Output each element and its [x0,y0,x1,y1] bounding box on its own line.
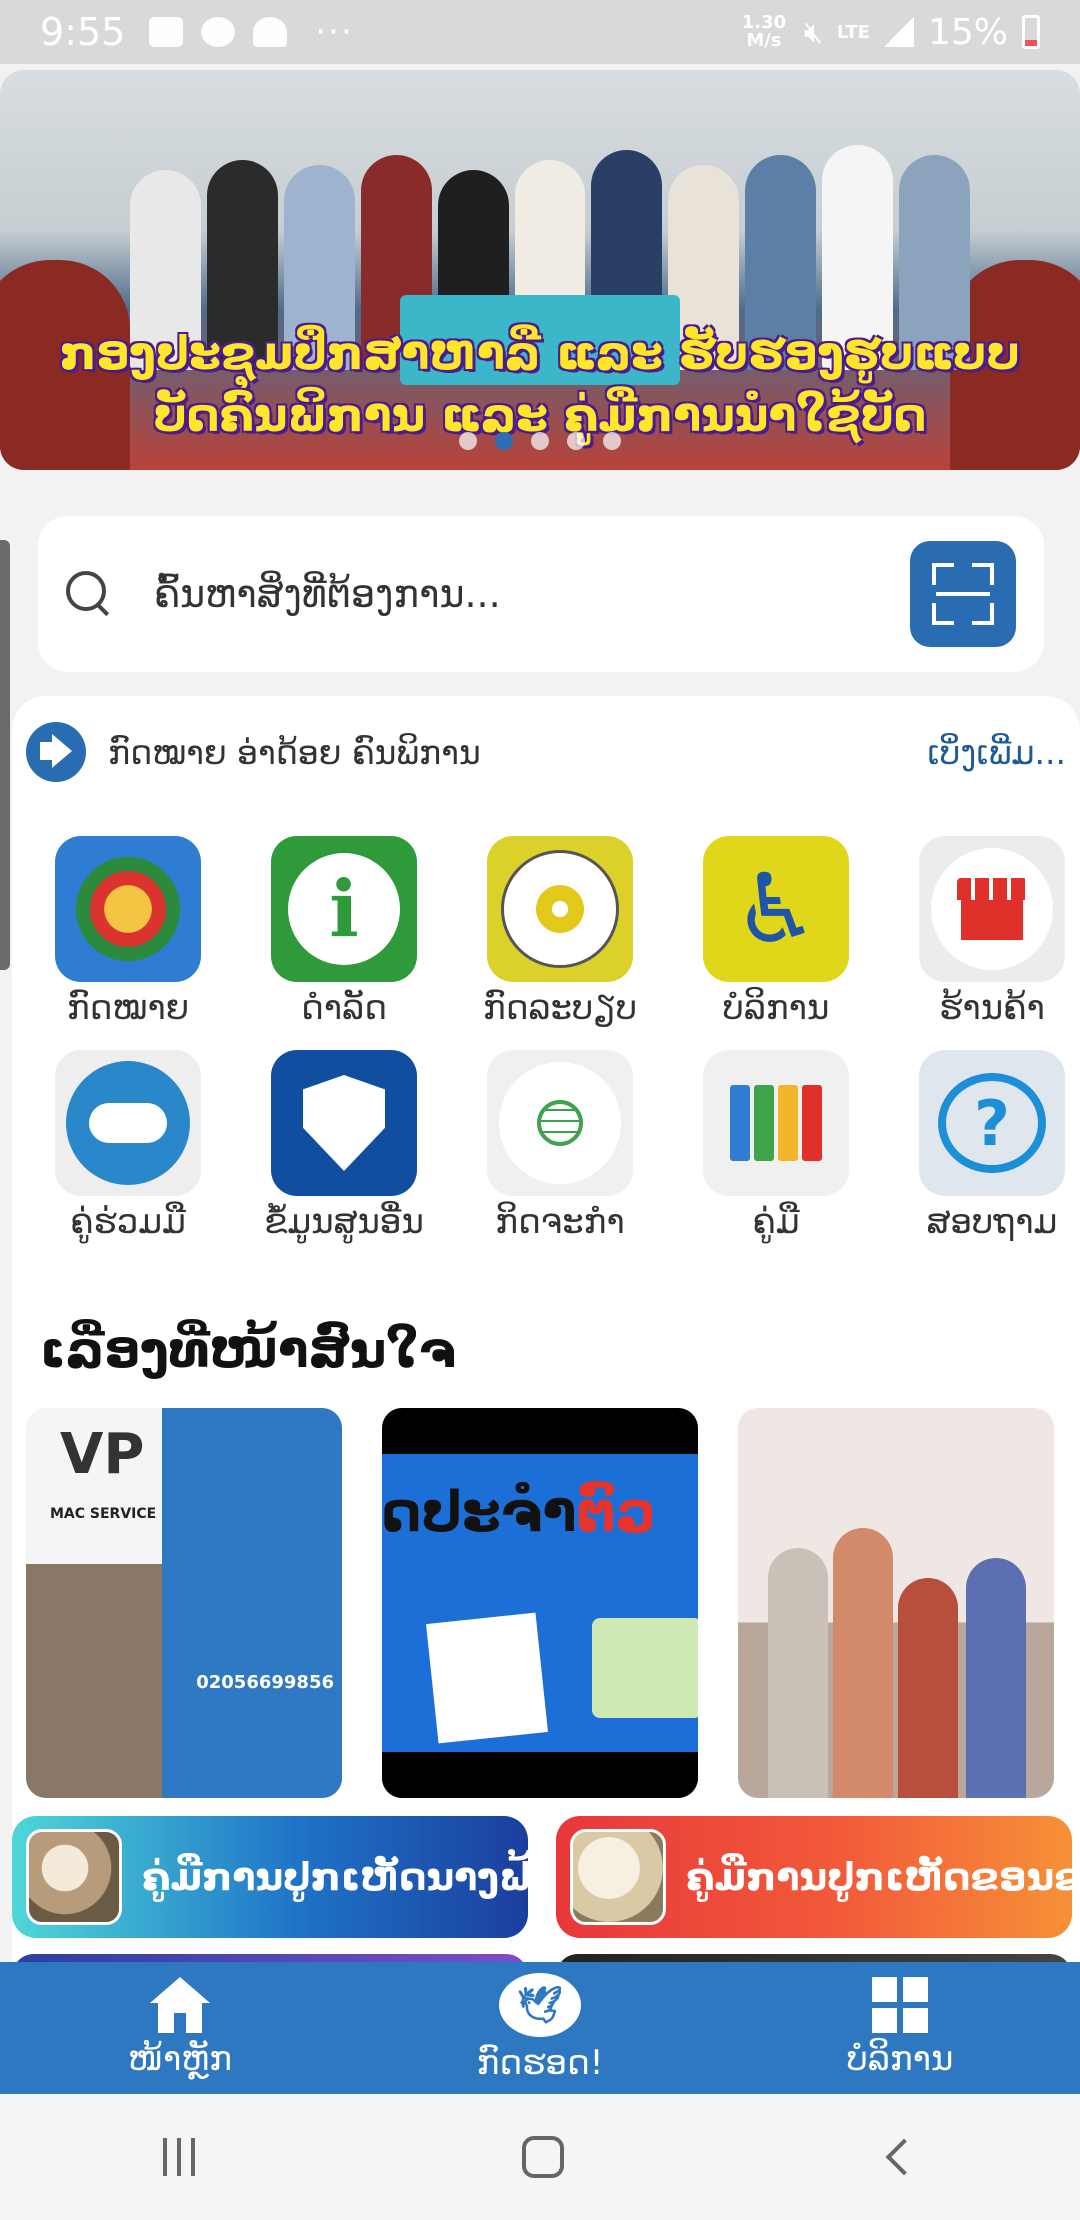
carousel-dot[interactable] [531,432,549,450]
guide-title: ຄູ່ມືການປູກເຫັດນາງຟ້າ [142,1855,528,1899]
story-card[interactable]: ດປະຈຳຕົວ [382,1408,698,1798]
nav-chat[interactable]: 🕊︎ ກົດຮອດ! [390,1973,690,2083]
carousel-dot[interactable] [603,432,621,450]
menu-item-regulations[interactable]: ກົດລະບຽບ [452,836,668,1028]
question-bubble-icon: ? [919,1050,1065,1196]
nav-home-label: ໜ້າຫຼັກ [128,2039,232,2079]
emblem-icon [55,836,201,982]
menu-item-services[interactable]: ♿︎ ບໍລິການ [668,836,884,1028]
home-icon [148,1977,212,2033]
system-home-button[interactable] [521,2136,564,2178]
menu-label: ຄູ່ຮ່ວມມື [70,1202,186,1242]
info-icon: i [271,836,417,982]
story-panel [162,1408,342,1798]
menu-label: ກິດຈະກຳ [495,1202,625,1242]
search-bar[interactable]: ຄົ້ນຫາສິ່ງທີ່ຕ້ອງການ... [38,516,1044,672]
accessibility-shield-icon [271,1050,417,1196]
menu-label: ຮ້ານຄ້າ [939,988,1045,1028]
status-time: 9:55 [40,10,126,54]
menu-item-decree[interactable]: i ດຳລັດ [236,836,452,1028]
stories-title: ເລື່ອງທີ່ໜ້າສົນໃຈ [40,1321,456,1379]
chat-bird-icon: 🕊︎ [499,1973,581,2037]
story-headline: ດປະຈຳຕົວ [382,1480,656,1545]
recents-button[interactable] [163,2138,196,2176]
binders-icon [703,1050,849,1196]
hero-caption-line1: ກອງປະຊຸມປຶກສາຫາລື ແລະ ຮັບຮອງຮູບແບບ [60,326,1020,380]
announcement-bar[interactable]: ກົດໝາຍ ອ່າດ້ອຍ ຄົນພິການ ເບິ່ງເພີ່ມ... [26,722,1066,782]
menu-item-shop[interactable]: ຮ້ານຄ້າ [884,836,1080,1028]
app-notification-icon [253,17,288,47]
nav-chat-label: ກົດຮອດ! [476,2043,604,2083]
shop-icon [919,836,1065,982]
system-back-button[interactable] [885,2138,923,2176]
search-icon [66,571,112,617]
guide-banner[interactable]: ຄູ່ມືການປູກເຫັດນາງຟ້າ [12,1816,528,1938]
guide-banner[interactable]: ຄູ່ມືການປູກເຫັດຂອນຂາວ [556,1816,1072,1938]
battery-percent: 15% [927,11,1008,53]
network-speed: 1.30 M/s [741,12,787,51]
nav-services-label: ບໍລິການ [846,2039,954,2079]
main-content: ກົດໝາຍ ອ່າດ້ອຍ ຄົນພິການ ເບິ່ງເພີ່ມ... ກົ… [12,696,1080,1994]
guide-title: ຄູ່ມືການປູກເຫັດຂອນຂາວ [686,1855,1072,1899]
announcement-text[interactable]: ກົດໝາຍ ອ່າດ້ອຍ ຄົນພິການ [108,733,927,772]
wheelchair-icon: ♿︎ [703,836,849,982]
menu-label: ຄູ່ມື [752,1202,800,1242]
mushroom-thumbnail [570,1829,666,1925]
carousel-indicators [0,432,1080,450]
globe-people-icon [487,1050,633,1196]
mushroom-thumbnail [26,1829,122,1925]
story-logo: VP [60,1422,145,1487]
id-card-image [592,1618,698,1718]
search-input[interactable]: ຄົ້ນຫາສິ່ງທີ່ຕ້ອງການ... [154,572,910,616]
status-bar: 9:55 ··· 1.30 M/s 🔇︎ LTE 15% [0,0,1080,64]
hero-caption: ກອງປະຊຸມປຶກສາຫາລື ແລະ ຮັບຮອງຮູບແບບ ບັດຄົ… [0,322,1080,446]
nav-home[interactable]: ໜ້າຫຼັກ [30,1977,330,2079]
guide-banners: ຄູ່ມືການປູກເຫັດນາງຟ້າ ຄູ່ມືການປູກເຫັດຂອນ… [12,1816,1080,1938]
grid-icon [872,1977,928,2033]
gallery-icon [149,17,184,47]
menu-item-partners[interactable]: ຄູ່ຮ່ວມມື [20,1050,236,1242]
menu-label: ກົດລະບຽບ [482,988,638,1028]
mute-icon: 🔇︎ [804,14,823,50]
more-notifications-icon: ··· [315,12,354,52]
battery-icon [1022,15,1040,49]
handshake-icon [55,1050,201,1196]
bottom-nav: ໜ້າຫຼັກ 🕊︎ ກົດຮອດ! ບໍລິການ [0,1962,1080,2094]
menu-label: ດຳລັດ [301,988,387,1028]
story-brand: MAC SERVICE [50,1506,157,1522]
stories-list: VP MAC SERVICE 02056699856 ດປະຈຳຕົວ [26,1408,1080,1798]
carousel-dot[interactable] [459,432,477,450]
signal-icon [883,17,914,47]
document-image [426,1612,548,1744]
carousel-dot-active[interactable] [495,432,513,450]
scan-icon [932,563,954,585]
menu-label: ຂໍ້ມູນສູນອື່ນ [264,1202,424,1242]
story-phone: 02056699856 [196,1672,334,1693]
menu-label: ກົດໝາຍ [66,988,190,1028]
story-card[interactable]: VP MAC SERVICE 02056699856 [26,1408,342,1798]
menu-label: ບໍລິການ [722,988,830,1028]
system-nav-bar [0,2094,1080,2220]
hero-banner[interactable]: ກອງປະຊຸມປຶກສາຫາລື ແລະ ຮັບຮອງຮູບແບບ ບັດຄົ… [0,70,1080,470]
menu-item-faq[interactable]: ? ສອບຖາມ [884,1050,1080,1242]
scan-button[interactable] [910,541,1016,647]
network-type: LTE [836,21,870,43]
megaphone-icon [26,722,86,782]
carousel-dot[interactable] [567,432,585,450]
menu-item-other-centers[interactable]: ຂໍ້ມູນສູນອື່ນ [236,1050,452,1242]
see-more-link[interactable]: ເບິ່ງເພີ່ມ... [927,733,1066,772]
nav-services[interactable]: ບໍລິການ [750,1977,1050,2079]
menu-item-activities[interactable]: ກິດຈະກຳ [452,1050,668,1242]
association-seal-icon [487,836,633,982]
menu-item-manuals[interactable]: ຄູ່ມື [668,1050,884,1242]
wechat-icon [201,17,236,47]
menu-item-law[interactable]: ກົດໝາຍ [20,836,236,1028]
menu-grid: ກົດໝາຍ i ດຳລັດ ກົດລະບຽບ ♿︎ ບໍລິການ ຮ້ານຄ… [20,836,1080,1242]
side-drawer-handle[interactable] [0,540,10,970]
menu-label: ສອບຖາມ [926,1202,1058,1242]
story-card[interactable] [738,1408,1054,1798]
